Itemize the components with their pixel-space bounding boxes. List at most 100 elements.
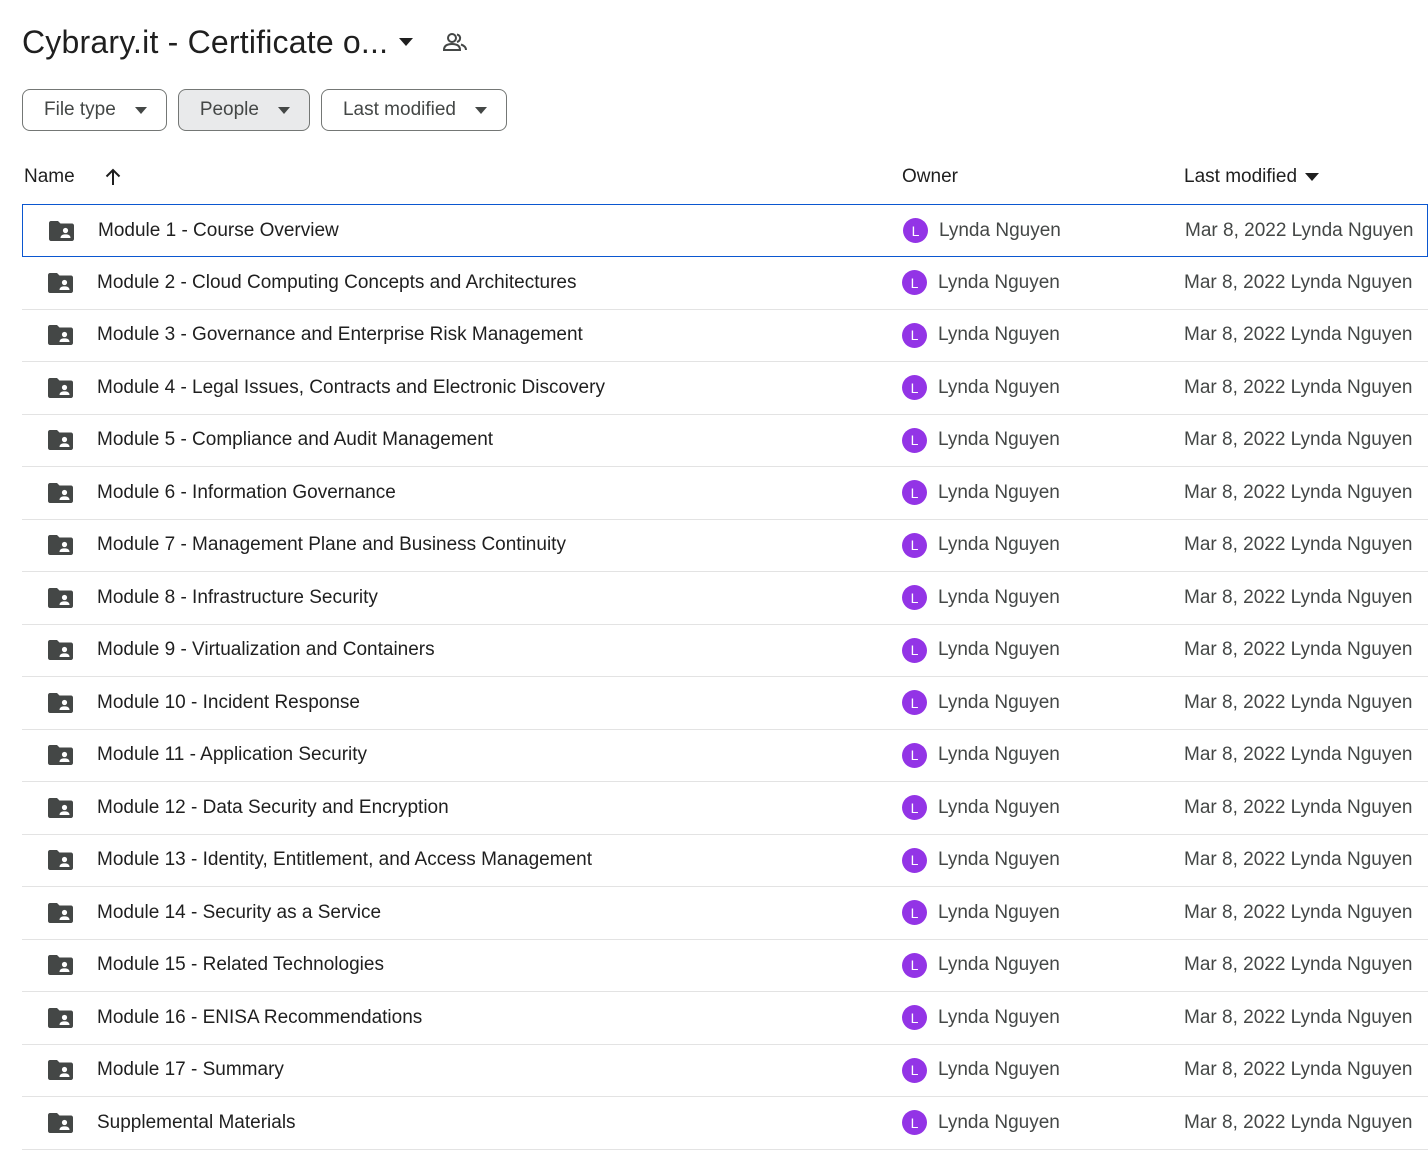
arrow-upward-icon[interactable] bbox=[102, 166, 124, 188]
arrow-drop-down-icon bbox=[277, 105, 291, 115]
avatar: L bbox=[902, 585, 927, 611]
table-row[interactable]: Module 10 - Incident Response L Lynda Nguy… bbox=[22, 677, 1428, 730]
file-name[interactable]: Module 3 - Governance and Enterprise Ris… bbox=[97, 324, 583, 346]
last-modified: Mar 8, 2022 Lynda Nguyen bbox=[1184, 901, 1413, 923]
table-row[interactable]: Module 5 - Compliance and Audit Manageme… bbox=[22, 415, 1428, 467]
file-name[interactable]: Module 7 - Management Plane and Business… bbox=[97, 534, 566, 556]
file-name[interactable]: Module 2 - Cloud Computing Concepts and … bbox=[97, 272, 576, 294]
owner-cell: L Lynda Nguyen bbox=[902, 847, 1060, 873]
filter-chip-label: File type bbox=[44, 99, 116, 120]
shared-folder-icon bbox=[46, 586, 74, 610]
avatar: L bbox=[902, 375, 927, 401]
avatar: L bbox=[902, 270, 927, 296]
avatar: L bbox=[902, 690, 927, 716]
avatar: L bbox=[902, 637, 927, 663]
arrow-drop-down-icon bbox=[474, 105, 488, 115]
shared-folder-icon bbox=[46, 1058, 74, 1082]
avatar: L bbox=[902, 900, 927, 926]
table-row[interactable]: Module 12 - Data Security and Encryption… bbox=[22, 782, 1428, 835]
table-row[interactable]: Supplemental Materials L Lynda Nguyen Mar 8… bbox=[22, 1097, 1428, 1150]
file-name[interactable]: Supplemental Materials bbox=[97, 1112, 296, 1134]
folder-header: Cybrary.it - Certificate o... bbox=[22, 18, 468, 66]
filter-chip-last-modified[interactable]: Last modified bbox=[320, 89, 507, 131]
folder-title[interactable]: Cybrary.it - Certificate o... bbox=[22, 24, 388, 61]
shared-folder-icon bbox=[46, 743, 74, 767]
arrow-drop-down-icon bbox=[134, 105, 148, 115]
column-header-name[interactable]: Name bbox=[24, 166, 75, 188]
filter-chips: File type People Last modified bbox=[22, 89, 507, 131]
file-name[interactable]: Module 6 - Information Governance bbox=[97, 482, 396, 504]
last-modified: Mar 8, 2022 Lynda Nguyen bbox=[1184, 849, 1413, 871]
last-modified: Mar 8, 2022 Lynda Nguyen bbox=[1184, 481, 1413, 503]
avatar: L bbox=[902, 795, 927, 821]
file-name[interactable]: Module 17 - Summary bbox=[97, 1059, 284, 1081]
table-row[interactable]: Module 7 - Management Plane and Business… bbox=[22, 520, 1428, 572]
owner-cell: L Lynda Nguyen bbox=[902, 532, 1060, 558]
shared-folder-icon bbox=[46, 376, 74, 400]
file-name[interactable]: Module 11 - Application Security bbox=[97, 744, 367, 766]
table-row[interactable]: Module 4 - Legal Issues, Contracts and E… bbox=[22, 362, 1428, 415]
file-name[interactable]: Module 10 - Incident Response bbox=[97, 692, 360, 714]
shared-folder-icon bbox=[46, 1006, 74, 1030]
table-row[interactable]: Module 8 - Infrastructure Security L Lynda… bbox=[22, 572, 1428, 625]
owner-cell: L Lynda Nguyen bbox=[902, 1110, 1060, 1136]
column-header-last-modified[interactable]: Last modified bbox=[1184, 166, 1320, 188]
shared-folder-icon bbox=[46, 638, 74, 662]
table-row[interactable]: Module 17 - Summary L Lynda Nguyen Mar 8, 2… bbox=[22, 1045, 1428, 1097]
last-modified: Mar 8, 2022 Lynda Nguyen bbox=[1184, 586, 1413, 608]
table-row[interactable]: Module 9 - Virtualization and Containers… bbox=[22, 625, 1428, 677]
last-modified: Mar 8, 2022 Lynda Nguyen bbox=[1184, 376, 1413, 398]
file-name[interactable]: Module 15 - Related Technologies bbox=[97, 954, 384, 976]
avatar: L bbox=[902, 1005, 927, 1031]
table-row[interactable]: Module 15 - Related Technologies L Lynda N… bbox=[22, 940, 1428, 992]
file-name[interactable]: Module 14 - Security as a Service bbox=[97, 902, 381, 924]
owner-cell: L Lynda Nguyen bbox=[902, 637, 1060, 663]
file-name[interactable]: Module 12 - Data Security and Encryption bbox=[97, 797, 449, 819]
file-list: Module 1 - Course Overview L Lynda Nguyen M… bbox=[22, 204, 1428, 1150]
file-name[interactable]: Module 9 - Virtualization and Containers bbox=[97, 639, 435, 661]
column-header-row: Name Owner Last modified bbox=[22, 160, 1428, 196]
arrow-drop-down-icon[interactable] bbox=[398, 34, 414, 50]
file-name[interactable]: Module 16 - ENISA Recommendations bbox=[97, 1007, 422, 1029]
avatar: L bbox=[902, 322, 927, 348]
people-icon[interactable] bbox=[442, 29, 468, 55]
owner-name: Lynda Nguyen bbox=[938, 954, 1060, 976]
file-name[interactable]: Module 1 - Course Overview bbox=[98, 220, 339, 242]
filter-chip-people[interactable]: People bbox=[177, 89, 310, 131]
table-row[interactable]: Module 13 - Identity, Entitlement, and A… bbox=[22, 835, 1428, 887]
shared-folder-icon bbox=[46, 428, 74, 452]
avatar: L bbox=[902, 532, 927, 558]
shared-folder-icon bbox=[46, 953, 74, 977]
owner-cell: L Lynda Nguyen bbox=[902, 1057, 1060, 1083]
last-modified: Mar 8, 2022 Lynda Nguyen bbox=[1184, 954, 1413, 976]
file-name[interactable]: Module 5 - Compliance and Audit Manageme… bbox=[97, 429, 493, 451]
owner-name: Lynda Nguyen bbox=[938, 639, 1060, 661]
owner-name: Lynda Nguyen bbox=[938, 429, 1060, 451]
column-header-last-modified-label: Last modified bbox=[1184, 166, 1298, 187]
table-row[interactable]: Module 1 - Course Overview L Lynda Nguyen M… bbox=[22, 204, 1428, 257]
shared-folder-icon bbox=[46, 533, 74, 557]
avatar: L bbox=[902, 1110, 927, 1136]
table-row[interactable]: Module 2 - Cloud Computing Concepts and … bbox=[22, 257, 1428, 310]
table-row[interactable]: Module 14 - Security as a Service L Lynda … bbox=[22, 887, 1428, 940]
owner-cell: L Lynda Nguyen bbox=[903, 218, 1061, 243]
table-row[interactable]: Module 16 - ENISA Recommendations L Lynda … bbox=[22, 992, 1428, 1045]
file-name[interactable]: Module 4 - Legal Issues, Contracts and E… bbox=[97, 377, 605, 399]
avatar: L bbox=[902, 847, 927, 873]
owner-cell: L Lynda Nguyen bbox=[902, 375, 1060, 401]
owner-name: Lynda Nguyen bbox=[938, 1111, 1060, 1133]
owner-name: Lynda Nguyen bbox=[938, 1059, 1060, 1081]
table-row[interactable]: Module 6 - Information Governance L Lynda … bbox=[22, 467, 1428, 520]
shared-folder-icon bbox=[46, 1111, 74, 1135]
table-row[interactable]: Module 3 - Governance and Enterprise Ris… bbox=[22, 310, 1428, 362]
column-header-owner: Owner bbox=[902, 166, 958, 187]
last-modified: Mar 8, 2022 Lynda Nguyen bbox=[1184, 429, 1413, 451]
table-row[interactable]: Module 11 - Application Security L Lynda N… bbox=[22, 730, 1428, 782]
filter-chip-file-type[interactable]: File type bbox=[22, 89, 167, 131]
file-name[interactable]: Module 13 - Identity, Entitlement, and A… bbox=[97, 849, 592, 871]
file-name[interactable]: Module 8 - Infrastructure Security bbox=[97, 587, 378, 609]
owner-cell: L Lynda Nguyen bbox=[902, 322, 1060, 348]
shared-folder-icon bbox=[47, 219, 75, 243]
owner-name: Lynda Nguyen bbox=[938, 744, 1060, 766]
avatar: L bbox=[902, 1057, 927, 1083]
